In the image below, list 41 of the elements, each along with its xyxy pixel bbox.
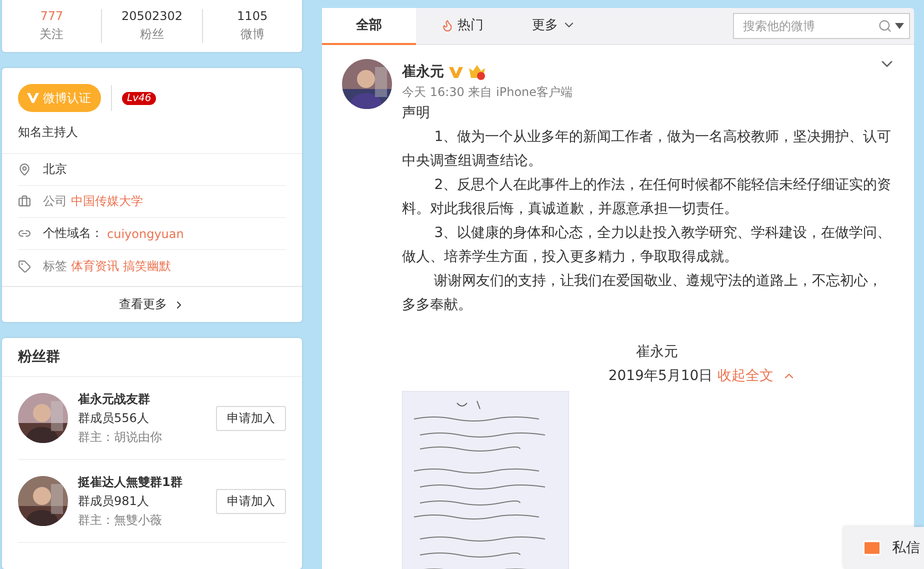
caret-icon[interactable] — [895, 23, 904, 29]
join-button[interactable]: 申请加入 — [216, 406, 286, 430]
post-time: 今天 16:30 来自 iPhone客户端 — [402, 84, 574, 101]
see-more-link[interactable]: 查看更多 — [2, 286, 302, 322]
feed-tab[interactable]: 热门 — [416, 8, 508, 44]
group-members: 群成员556人 — [78, 410, 150, 426]
info-label: 公司 — [43, 193, 67, 210]
group-owner: 群主：無雙小薇 — [78, 512, 163, 528]
feed-tab[interactable]: 更多 — [508, 8, 600, 44]
v-mark-icon — [26, 92, 40, 104]
author-name[interactable]: 崔永元 — [402, 63, 444, 81]
post-paragraph: 1、做为一个从业多年的新闻工作者，做为一名高校教师，坚决拥护、认可中央调查组调查结论。 — [402, 128, 892, 171]
stat-label: 关注 — [40, 26, 64, 43]
flame-icon — [440, 18, 454, 32]
post-paragraph: 3、以健康的身体和心态，全力以赴投入教学研究、学科建设，在做学问、做人、培养学生方面，投入更多精力，争取取得成就。 — [402, 224, 892, 267]
info-label: 标签 — [43, 258, 67, 274]
search-field[interactable]: 搜索他的微博 — [733, 13, 910, 39]
stat-label: 粉丝 — [140, 26, 164, 43]
group-members: 群成员981人 — [78, 492, 150, 510]
briefcase-icon — [18, 195, 31, 208]
group-name[interactable]: 挺崔达人無雙群1群 — [78, 474, 206, 490]
post-paragraph: 2、反思个人在此事件上的作法，在任何时候都不能轻信未经仔细证实的资料。对此我很后悔，真诚道歉，并愿意承担一切责任。 — [402, 176, 892, 219]
info-label: 北京 — [43, 161, 67, 178]
stat-value[interactable]: 20502302 — [121, 9, 183, 23]
group-name[interactable]: 崔永元战友群 — [78, 390, 206, 408]
post-heading: 声明 — [402, 104, 431, 123]
profile-description: 知名主持人 — [18, 124, 79, 141]
section-title: 粉丝群 — [2, 338, 302, 377]
post-date: 2019年5月10日 — [608, 367, 713, 385]
signature: 崔永元 — [636, 344, 678, 360]
post-paragraph: 谢谢网友们的支持，让我们在爱国敬业、遵规守法的道路上，不忘初心，多多奉献。 — [402, 272, 884, 315]
tag-icon — [18, 260, 31, 272]
message-widget[interactable]: 私信 — [844, 527, 924, 569]
stat-label: 微博 — [240, 26, 264, 43]
info-label: 个性域名： — [43, 225, 103, 242]
location-pin-icon — [18, 163, 31, 176]
group-owner: 群主：胡说由你 — [78, 428, 163, 446]
stat-value[interactable]: 1105 — [237, 9, 268, 23]
feed-tab[interactable]: 全部 — [322, 8, 416, 44]
level-badge: Lv46 — [122, 92, 156, 104]
join-button[interactable]: 申请加入 — [216, 488, 286, 514]
